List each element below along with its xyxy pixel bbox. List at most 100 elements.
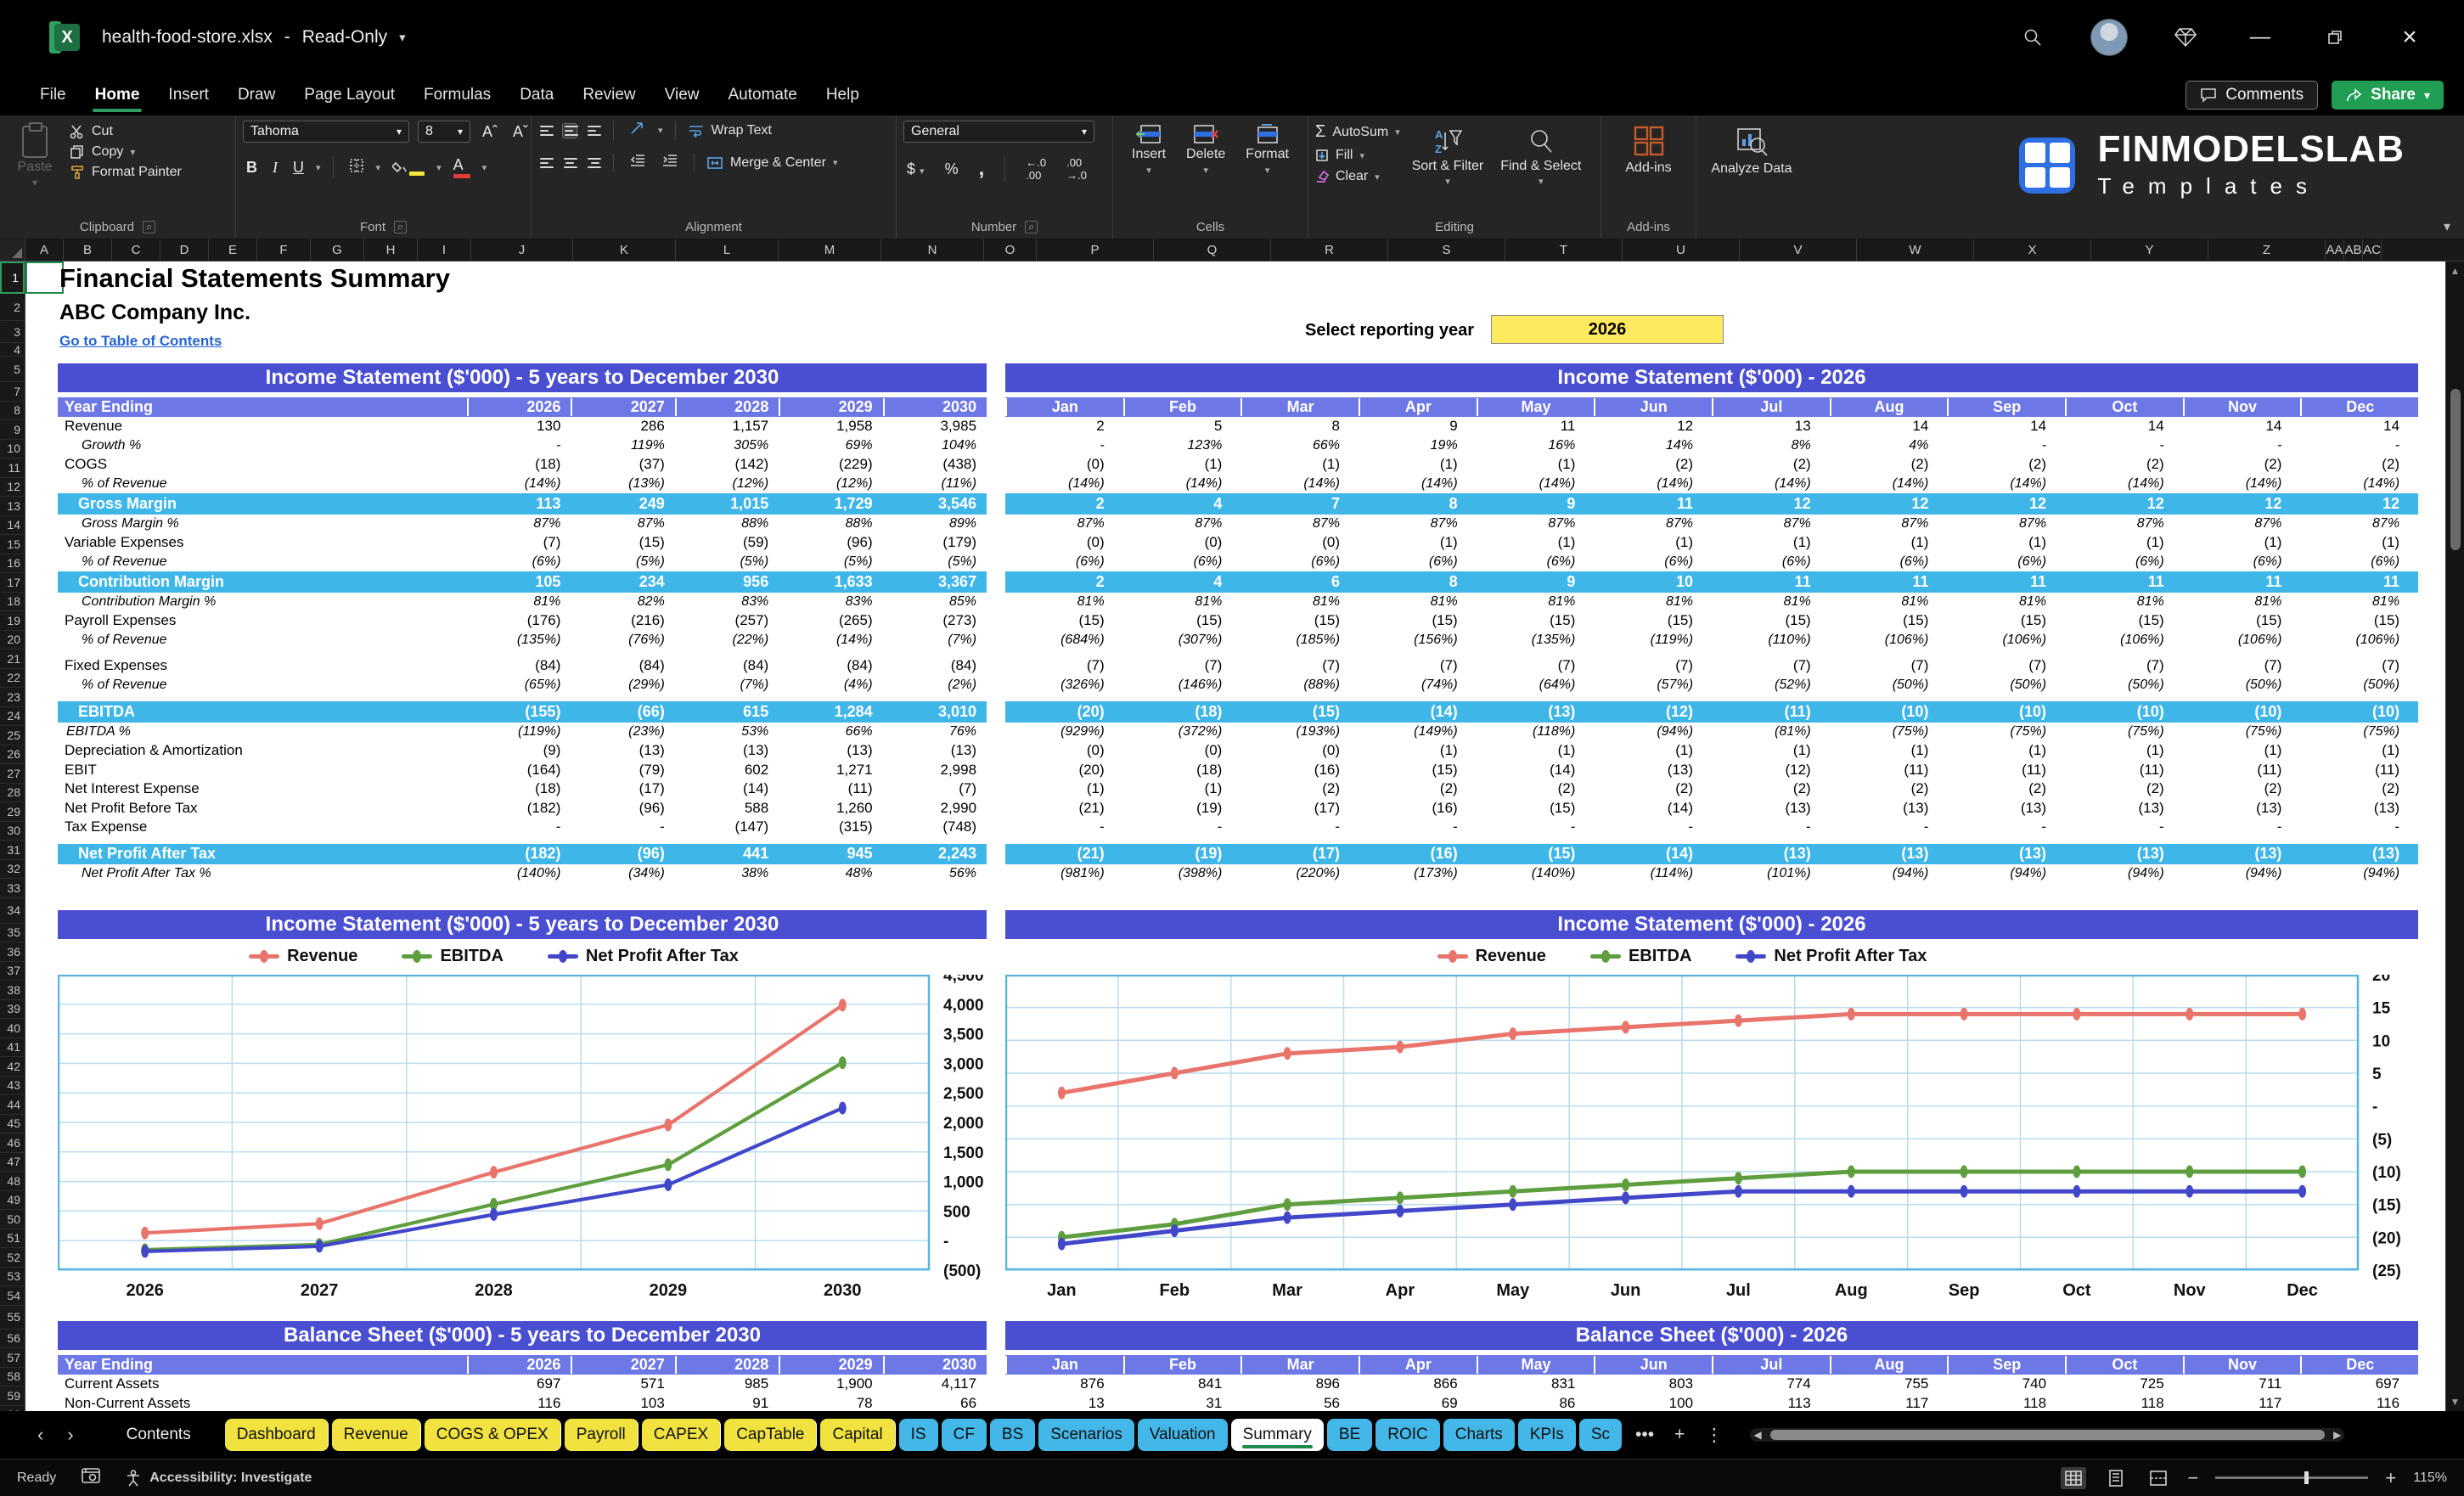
cell[interactable]: (1) [2300,534,2418,551]
cell[interactable]: 12 [1594,418,1712,435]
row-header-50[interactable]: 50 [0,1210,25,1229]
row-label-cell[interactable]: Contribution Margin [58,573,467,591]
cell[interactable]: (14%) [2300,476,2418,492]
cell[interactable]: 2 [1005,418,1123,435]
row-header-47[interactable]: 47 [0,1153,25,1173]
cell[interactable]: 66 [883,1395,987,1411]
accessibility-status[interactable]: Accessibility: Investigate [126,1470,312,1487]
cell[interactable]: 56 [1240,1395,1359,1411]
cell[interactable]: (57%) [1594,678,1712,693]
row-header-21[interactable]: 21 [0,650,25,669]
column-header-U[interactable]: U [1623,239,1740,261]
cell[interactable]: 87% [1123,516,1241,531]
cell[interactable]: (7) [2300,657,2418,674]
cell[interactable]: (96) [571,845,674,863]
cell[interactable]: 588 [675,800,779,817]
column-header-A[interactable]: A [25,239,64,261]
row-header-9[interactable]: 9 [0,420,25,440]
row-header-29[interactable]: 29 [0,802,25,822]
cell[interactable]: (2) [2183,456,2301,473]
column-header-N[interactable]: N [881,239,984,261]
cell[interactable]: (684%) [1005,633,1123,648]
cell[interactable]: 87% [1477,516,1595,531]
cell[interactable]: 1,633 [779,573,882,591]
row-header-39[interactable]: 39 [0,1000,25,1020]
cell[interactable]: 11 [1712,573,1830,591]
cell[interactable]: (13) [1830,800,1948,817]
cell[interactable]: (307%) [1123,633,1241,648]
cell[interactable]: 2,990 [883,800,987,817]
cell[interactable]: 117 [2183,1395,2301,1411]
number-dialog-launcher[interactable]: ⌕ [1025,221,1038,233]
cell[interactable]: (11) [2183,762,2301,779]
cell[interactable]: 31 [1123,1395,1241,1411]
cell[interactable]: (14%) [779,633,882,648]
sheet-tab-charts[interactable]: Charts [1443,1419,1515,1451]
cell[interactable]: (146%) [1123,678,1241,693]
sheet-tab-bs[interactable]: BS [990,1419,1035,1451]
cell[interactable]: (1) [1947,534,2065,551]
cell[interactable]: (7) [1594,657,1712,674]
column-header-cell[interactable]: 2027 [571,398,674,416]
align-top-icon[interactable] [538,124,554,138]
decrease-decimal-icon[interactable]: .00→.0 [1063,156,1090,182]
cell[interactable]: (18) [1123,703,1241,721]
column-header-cell[interactable]: Aug [1830,398,1948,416]
cell[interactable]: (1) [1830,742,1948,759]
cell[interactable]: 11 [2300,573,2418,591]
cell[interactable]: (11) [1830,762,1948,779]
cell[interactable]: (2) [2183,780,2301,797]
cell[interactable]: (220%) [1240,866,1359,881]
cell[interactable]: 87% [2065,516,2183,531]
cell[interactable]: (135%) [467,633,571,648]
cell[interactable]: 113 [1712,1395,1830,1411]
column-header-cell[interactable]: 2029 [779,398,882,416]
column-header-cell[interactable]: Mar [1240,1356,1359,1374]
row-header-53[interactable]: 53 [0,1268,25,1287]
column-header-cell[interactable]: 2030 [883,1356,987,1374]
column-header-cell[interactable]: Jul [1712,1356,1830,1374]
autosum-button[interactable]: Σ AutoSum ▾ [1315,122,1400,142]
collapse-ribbon-icon[interactable]: ▾ [2444,218,2450,235]
cell[interactable]: (84) [675,657,779,674]
row-header-4[interactable]: 4 [0,343,25,357]
cell[interactable]: (13) [1712,845,1830,863]
cell[interactable]: 81% [2065,594,2183,610]
column-header-cell[interactable]: Feb [1123,398,1241,416]
row-header-58[interactable]: 58 [0,1368,25,1387]
cell[interactable]: (1) [1477,456,1595,473]
cell[interactable]: 725 [2065,1375,2183,1392]
column-header-Q[interactable]: Q [1154,239,1271,261]
cell[interactable]: 87% [571,516,674,531]
cell[interactable]: (6%) [1123,554,1241,570]
row-header-43[interactable]: 43 [0,1077,25,1096]
cell[interactable]: 19% [1359,438,1477,453]
cell[interactable]: (1) [1712,742,1830,759]
row-label-cell[interactable]: Fixed Expenses [58,657,467,674]
column-header-cell[interactable]: 2028 [675,398,779,416]
cell[interactable]: 866 [1359,1375,1477,1392]
cell[interactable]: (1) [1477,742,1595,759]
cell[interactable]: (1) [1240,456,1359,473]
horizontal-scroll-thumb[interactable] [1770,1430,2326,1440]
cell[interactable]: (14%) [2183,476,2301,492]
cell[interactable]: 249 [571,495,674,513]
cell[interactable]: (2) [1712,456,1830,473]
row-header-56[interactable]: 56 [0,1330,25,1349]
cell[interactable]: 4,117 [883,1375,987,1392]
cell[interactable]: 841 [1123,1375,1241,1392]
row-header-49[interactable]: 49 [0,1191,25,1211]
column-header-E[interactable]: E [209,239,257,261]
row-header-41[interactable]: 41 [0,1038,25,1058]
cell[interactable]: (94%) [1830,866,1948,881]
sheet-tab-dashboard[interactable]: Dashboard [225,1419,329,1451]
cell[interactable]: (2) [1830,456,1948,473]
align-left-icon[interactable] [538,156,554,170]
clear-button[interactable]: Clear ▾ [1315,169,1400,184]
paste-button[interactable]: Paste▾ [7,121,63,188]
cell[interactable]: (10) [1830,703,1948,721]
cell[interactable]: (6%) [1947,554,2065,570]
cell[interactable]: (11) [2065,762,2183,779]
row-header-20[interactable]: 20 [0,631,25,650]
cell[interactable]: (18) [467,780,571,797]
